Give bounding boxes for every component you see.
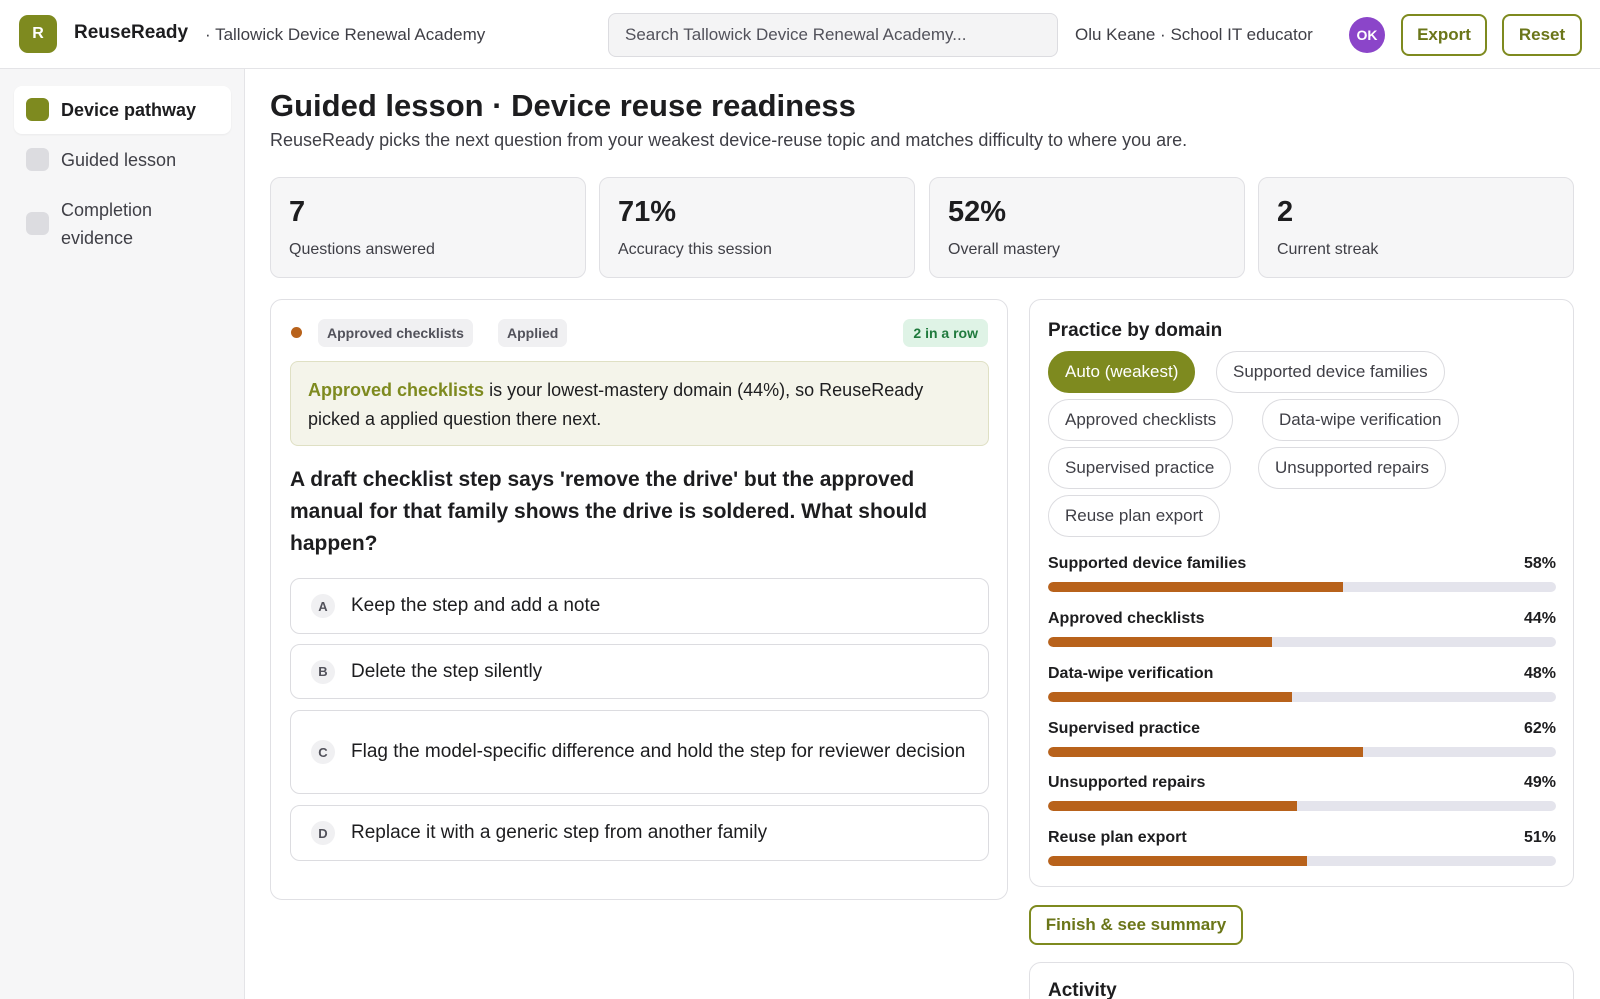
option-letter: C bbox=[311, 740, 335, 764]
user-name: Olu Keane · School IT educator bbox=[1075, 25, 1313, 44]
progress-fill bbox=[1048, 856, 1308, 866]
nav-indicator-icon bbox=[26, 98, 49, 121]
domain-progress-row: Data-wipe verification 48% bbox=[1048, 665, 1556, 702]
progress-track bbox=[1048, 582, 1556, 592]
practice-by-domain-card: Practice by domain Auto (weakest) Suppor… bbox=[1029, 299, 1574, 887]
reset-button[interactable]: Reset bbox=[1502, 14, 1582, 56]
domain-name: Unsupported repairs bbox=[1048, 774, 1206, 791]
progress-fill bbox=[1048, 637, 1272, 647]
progress-fill bbox=[1048, 801, 1297, 811]
domain-percent: 58% bbox=[1523, 555, 1556, 572]
avatar[interactable]: OK bbox=[1349, 17, 1385, 53]
search-input[interactable] bbox=[608, 13, 1058, 57]
answer-option-b[interactable]: B Delete the step silently bbox=[290, 644, 989, 699]
domain-percent: 62% bbox=[1523, 720, 1556, 737]
domain-name: Approved checklists bbox=[1048, 610, 1205, 627]
chip-supervised-practice[interactable]: Supervised practice bbox=[1048, 447, 1232, 489]
answer-option-c[interactable]: C Flag the model-specific difference and… bbox=[290, 710, 989, 794]
chip-unsupported-repairs[interactable]: Unsupported repairs bbox=[1258, 447, 1447, 489]
selection-explanation: Approved checklists is your lowest-maste… bbox=[290, 361, 989, 446]
option-text: Replace it with a generic step from anot… bbox=[351, 822, 768, 843]
progress-fill bbox=[1048, 582, 1343, 592]
app-logo: R bbox=[19, 15, 57, 53]
domain-progress-row: Approved checklists 44% bbox=[1048, 610, 1556, 647]
export-button[interactable]: Export bbox=[1401, 14, 1487, 56]
option-text: Flag the model-specific difference and h… bbox=[351, 741, 966, 762]
progress-track bbox=[1048, 637, 1556, 647]
top-bar: R ReuseReady · Tallowick Device Renewal … bbox=[0, 0, 1600, 69]
progress-track bbox=[1048, 747, 1556, 757]
domain-name: Data-wipe verification bbox=[1048, 665, 1214, 682]
question-type-tag: Applied bbox=[498, 319, 568, 347]
sidebar-item-label: Completion evidence bbox=[61, 200, 153, 248]
domain-name: Reuse plan export bbox=[1048, 829, 1187, 846]
option-text: Keep the step and add a note bbox=[351, 595, 601, 616]
sidebar-item-label: Guided lesson bbox=[61, 150, 177, 170]
stat-value: 52% bbox=[948, 196, 1007, 228]
sidebar-item-completion-evidence[interactable]: Completion evidence bbox=[14, 186, 231, 262]
domain-progress-row: Reuse plan export 51% bbox=[1048, 829, 1556, 866]
domain-percent: 51% bbox=[1523, 829, 1556, 846]
status-dot-icon bbox=[291, 327, 302, 338]
progress-fill bbox=[1048, 747, 1363, 757]
question-text: A draft checklist step says 'remove the … bbox=[290, 468, 928, 555]
progress-fill bbox=[1048, 692, 1292, 702]
brand-name: ReuseReady bbox=[74, 22, 189, 43]
organization-name: · Tallowick Device Renewal Academy bbox=[205, 25, 486, 44]
stat-card-questions: 7 Questions answered bbox=[270, 177, 586, 278]
option-text: Delete the step silently bbox=[351, 660, 543, 682]
stat-value: 2 bbox=[1277, 196, 1294, 228]
stat-value: 7 bbox=[289, 196, 306, 228]
progress-track bbox=[1048, 692, 1556, 702]
domain-percent: 48% bbox=[1523, 665, 1556, 682]
stat-card-accuracy: 71% Accuracy this session bbox=[599, 177, 915, 278]
stat-label: Overall mastery bbox=[948, 241, 1061, 258]
domain-progress-row: Supervised practice 62% bbox=[1048, 720, 1556, 757]
stat-label: Current streak bbox=[1277, 241, 1379, 258]
chip-reuse-plan-export[interactable]: Reuse plan export bbox=[1048, 495, 1220, 537]
progress-track bbox=[1048, 801, 1556, 811]
stat-label: Questions answered bbox=[289, 241, 435, 258]
activity-card: Activity bbox=[1029, 962, 1574, 999]
domain-progress-row: Unsupported repairs 49% bbox=[1048, 774, 1556, 811]
stat-label: Accuracy this session bbox=[618, 241, 772, 258]
option-letter: A bbox=[311, 594, 335, 618]
answer-option-d[interactable]: D Replace it with a generic step from an… bbox=[290, 805, 989, 861]
sidebar-item-device-pathway[interactable]: Device pathway bbox=[14, 86, 231, 134]
sidebar: Device pathway Guided lesson Completion … bbox=[0, 69, 245, 999]
domain-name: Supported device families bbox=[1048, 555, 1247, 572]
chip-data-wipe-verification[interactable]: Data-wipe verification bbox=[1262, 399, 1459, 441]
streak-badge: 2 in a row bbox=[903, 319, 988, 347]
domain-tag: Approved checklists bbox=[318, 319, 473, 347]
answer-option-a[interactable]: A Keep the step and add a note bbox=[290, 578, 989, 634]
chip-supported-device-families[interactable]: Supported device families bbox=[1216, 351, 1445, 393]
stat-card-mastery: 52% Overall mastery bbox=[929, 177, 1245, 278]
chip-auto-weakest[interactable]: Auto (weakest) bbox=[1048, 351, 1196, 393]
stat-card-streak: 2 Current streak bbox=[1258, 177, 1574, 278]
domain-percent: 44% bbox=[1523, 610, 1556, 627]
option-letter: D bbox=[311, 821, 335, 845]
sidebar-item-guided-lesson[interactable]: Guided lesson bbox=[14, 136, 231, 184]
practice-title: Practice by domain bbox=[1048, 320, 1223, 341]
nav-indicator-icon bbox=[26, 212, 49, 235]
page-title: Guided lesson · Device reuse readiness bbox=[270, 88, 856, 123]
explanation-domain: Approved checklists bbox=[308, 380, 485, 400]
domain-name: Supervised practice bbox=[1048, 720, 1201, 737]
finish-summary-button[interactable]: Finish & see summary bbox=[1029, 905, 1243, 945]
option-letter: B bbox=[311, 659, 335, 684]
question-card: Approved checklists Applied 2 in a row A… bbox=[270, 299, 1008, 900]
chip-approved-checklists[interactable]: Approved checklists bbox=[1048, 399, 1234, 441]
stat-value: 71% bbox=[618, 196, 677, 228]
sidebar-item-label: Device pathway bbox=[61, 100, 197, 120]
activity-title: Activity bbox=[1048, 980, 1117, 999]
progress-track bbox=[1048, 856, 1556, 866]
nav-indicator-icon bbox=[26, 148, 49, 171]
domain-percent: 49% bbox=[1523, 774, 1556, 791]
domain-progress-row: Supported device families 58% bbox=[1048, 555, 1556, 592]
page-subtitle: ReuseReady picks the next question from … bbox=[270, 130, 1188, 150]
